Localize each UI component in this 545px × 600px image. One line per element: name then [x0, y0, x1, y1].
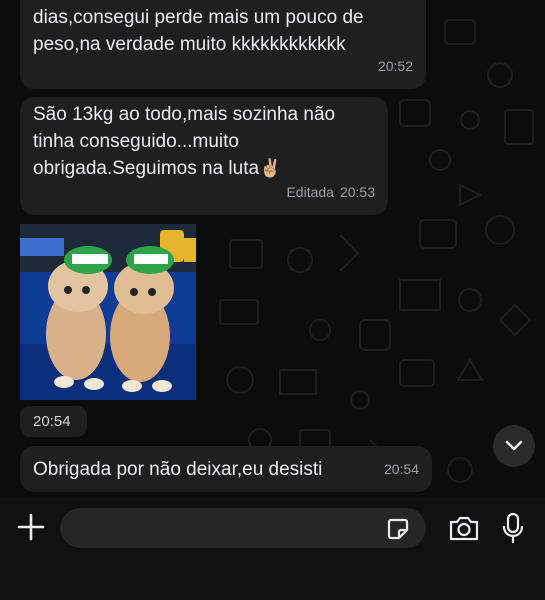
scroll-to-bottom-button[interactable]: [493, 425, 535, 467]
message-time: 20:52: [377, 58, 413, 74]
message-text-main: São 13kg ao todo,mais sozinha não tinha …: [33, 104, 336, 179]
camera-icon[interactable]: [448, 514, 480, 542]
message-input[interactable]: [60, 508, 426, 548]
message-time: 20:54: [383, 461, 419, 477]
message-meta: Editada 20:53: [286, 179, 375, 206]
victory-hand-emoji: ✌🏼: [259, 158, 282, 178]
message-time: 20:53: [339, 184, 375, 200]
message-text: Obrigada por não deixar,eu desisti: [33, 459, 323, 480]
message-time: 20:54: [33, 413, 71, 430]
chat-area: dias,consegui perde mais um pouco de pes…: [0, 0, 545, 497]
message-text: dias,consegui perde mais um pouco de pes…: [33, 7, 364, 55]
message-text: São 13kg ao todo,mais sozinha não tinha …: [33, 101, 374, 182]
message-bubble[interactable]: dias,consegui perde mais um pouco de pes…: [20, 0, 426, 89]
message-bubble[interactable]: Obrigada por não deixar,eu desisti 20:54: [20, 446, 432, 492]
chevron-down-icon: [505, 440, 523, 451]
edited-label: Editada: [286, 184, 334, 200]
image-message[interactable]: [20, 224, 196, 400]
message-bubble[interactable]: São 13kg ao todo,mais sozinha não tinha …: [20, 97, 388, 215]
mic-icon[interactable]: [502, 512, 524, 544]
kittens-image: [20, 224, 196, 400]
plus-icon[interactable]: [16, 512, 46, 542]
image-time-badge: 20:54: [20, 406, 87, 437]
sticker-icon[interactable]: [386, 517, 410, 541]
